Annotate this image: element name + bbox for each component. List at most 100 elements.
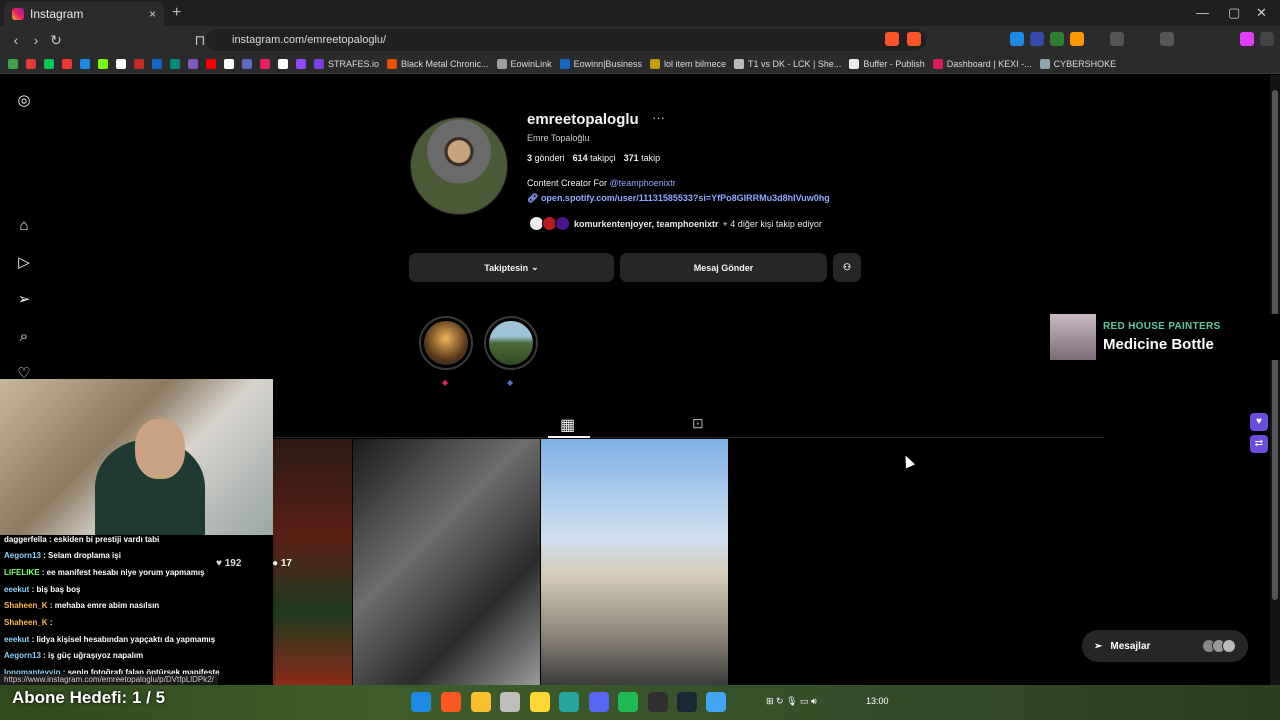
- followed-by[interactable]: komurkentenjoyer, teamphoenixtr + 4 diğe…: [529, 216, 822, 231]
- chat-message: daggerfella : eskiden bi prestiji vardı …: [4, 535, 160, 544]
- profile-avatar[interactable]: [410, 117, 508, 215]
- windows-start-icon[interactable]: [411, 692, 431, 712]
- reload-icon[interactable]: ↻: [46, 32, 66, 49]
- brave-icon[interactable]: [441, 692, 461, 712]
- bookmark-icon: [387, 58, 398, 69]
- messages-button[interactable]: ➢ Mesajlar: [1082, 630, 1248, 662]
- instagram-favicon-icon: [12, 8, 24, 20]
- reels-icon[interactable]: ▷: [15, 254, 33, 272]
- profile-full-name: Emre Topaloğlu: [527, 133, 590, 143]
- chat-message: Aegorn13 : Selam droplama işi: [4, 551, 121, 560]
- posts-grid-icon[interactable]: ▦: [560, 415, 575, 435]
- extension-side-icon[interactable]: ♥: [1250, 413, 1268, 431]
- extensions-menu-icon[interactable]: [1110, 32, 1124, 46]
- browser-tab-bar: [0, 0, 1280, 26]
- bookmark-item[interactable]: Eowinn|Business: [559, 58, 642, 69]
- bookmark-item[interactable]: EowinLink: [496, 58, 552, 69]
- bookmark-icon[interactable]: [170, 58, 180, 69]
- extension-icon[interactable]: [1070, 32, 1084, 46]
- extension-icon[interactable]: [1050, 32, 1064, 46]
- bookmark-item[interactable]: lol item bilmece: [649, 58, 726, 69]
- bookmark-icon[interactable]: [62, 58, 72, 69]
- back-icon[interactable]: ‹: [6, 32, 26, 48]
- bookmark-icon[interactable]: [152, 58, 162, 69]
- instagram-logo-icon[interactable]: ◎: [15, 92, 33, 110]
- extension-icon[interactable]: [1030, 32, 1044, 46]
- sidebar-toggle-icon[interactable]: [1160, 32, 1174, 46]
- puzzle-app-icon[interactable]: [559, 692, 579, 712]
- twitch-icon[interactable]: [296, 58, 306, 69]
- suggest-people-button[interactable]: ⚇: [833, 253, 861, 282]
- bookmark-icon: [496, 58, 507, 69]
- story-highlight[interactable]: [484, 316, 538, 370]
- bookmark-icon: [849, 58, 860, 69]
- chat-message: Shaheen_K :: [4, 618, 53, 627]
- minimize-button[interactable]: —: [1196, 5, 1209, 20]
- instagram-icon[interactable]: [260, 58, 270, 69]
- bookmark-icon[interactable]: [98, 58, 108, 69]
- close-tab-icon[interactable]: ×: [149, 7, 156, 21]
- spotify-icon[interactable]: [618, 692, 638, 712]
- maximize-button[interactable]: ▢: [1228, 5, 1240, 21]
- bookmark-item[interactable]: T1 vs DK - LCK | She...: [733, 58, 841, 69]
- bookmark-icon[interactable]: [26, 58, 36, 69]
- post-thumbnail[interactable]: [353, 439, 540, 685]
- more-options-icon[interactable]: ···: [652, 110, 665, 125]
- explore-icon[interactable]: ➢: [15, 291, 33, 309]
- tab-title: Instagram: [30, 7, 84, 21]
- new-tab-button[interactable]: +: [172, 4, 181, 22]
- tiktok-icon[interactable]: [116, 58, 126, 69]
- story-highlight[interactable]: [419, 316, 473, 370]
- brave-rewards-icon[interactable]: [907, 32, 921, 46]
- sticky-notes-icon[interactable]: [530, 692, 550, 712]
- brave-shield-icon[interactable]: [885, 32, 899, 46]
- tool-icon[interactable]: [500, 692, 520, 712]
- tabs-divider: [274, 437, 1104, 438]
- bookmark-item[interactable]: Buffer - Publish: [849, 58, 925, 69]
- chat-message: Aegorn13 : iş güç uğraşıyoz napalım: [4, 651, 144, 660]
- file-explorer-icon[interactable]: [471, 692, 491, 712]
- bookmark-icon[interactable]: [188, 58, 198, 69]
- bookmark-item[interactable]: Dashboard | KEXI -...: [932, 58, 1032, 69]
- bookmark-icon[interactable]: [242, 58, 252, 69]
- bookmark-icon[interactable]: [134, 58, 144, 69]
- bookmark-item[interactable]: Black Metal Chronic...: [387, 58, 489, 69]
- snipping-tool-icon[interactable]: [706, 692, 726, 712]
- post-thumbnail[interactable]: [541, 439, 728, 685]
- profile-icon[interactable]: [1240, 32, 1254, 46]
- clock[interactable]: 13:00: [866, 696, 889, 706]
- bookmark-icon[interactable]: [278, 58, 288, 69]
- send-message-button[interactable]: Mesaj Gönder: [620, 253, 827, 282]
- webcam-overlay: [0, 379, 273, 535]
- posts-stat: 3 gönderi: [527, 153, 565, 163]
- home-icon[interactable]: ⌂: [15, 217, 33, 235]
- address-bar[interactable]: instagram.com/emreetopaloglu/: [206, 29, 926, 51]
- bookmark-item[interactable]: STRAFES.io: [314, 58, 379, 69]
- browser-tab[interactable]: Instagram ×: [4, 2, 164, 26]
- menu-icon[interactable]: [1260, 32, 1274, 46]
- bookmark-icon[interactable]: [80, 58, 90, 69]
- youtube-icon[interactable]: [206, 58, 216, 69]
- translate-side-icon[interactable]: ⇄: [1250, 435, 1268, 453]
- bookmark-icon: [1039, 58, 1050, 69]
- tray-icons[interactable]: ⊞ ↻ 🎙︎ ▭ 🔊︎: [766, 696, 817, 707]
- forward-icon[interactable]: ›: [26, 32, 46, 48]
- profile-external-link[interactable]: 🔗︎ open.spotify.com/user/11131585533?si=…: [527, 193, 830, 204]
- bookmark-icon[interactable]: [44, 58, 54, 69]
- close-window-button[interactable]: ✕: [1256, 5, 1267, 21]
- tagged-icon[interactable]: ⊡: [692, 415, 704, 432]
- discord-icon[interactable]: [589, 692, 609, 712]
- extension-icon[interactable]: [1010, 32, 1024, 46]
- obs-icon[interactable]: [648, 692, 668, 712]
- x-icon[interactable]: [224, 58, 234, 69]
- search-icon[interactable]: ⌕: [15, 328, 33, 346]
- steam-icon[interactable]: [677, 692, 697, 712]
- profile-username: emreetopaloglu: [527, 111, 639, 128]
- bookmark-item[interactable]: CYBERSHOKE: [1039, 58, 1116, 69]
- followers-stat[interactable]: 614 takipçi: [573, 153, 616, 163]
- following-button[interactable]: Takiptesin ⌄: [409, 253, 614, 282]
- following-stat[interactable]: 371 takip: [624, 153, 661, 163]
- now-playing-artist: RED HOUSE PAINTERS: [1103, 321, 1221, 332]
- bio-mention-link[interactable]: @teamphoenixtr: [610, 178, 676, 188]
- bookmark-icon[interactable]: [8, 58, 18, 69]
